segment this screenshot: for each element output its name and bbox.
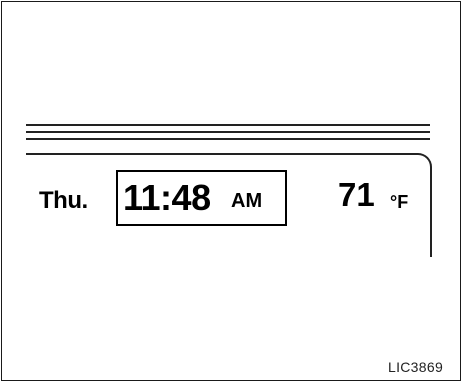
outside-temperature: 71 bbox=[338, 176, 375, 213]
clock-meridiem: AM bbox=[231, 190, 263, 212]
divider-line bbox=[26, 131, 430, 133]
clock-display[interactable]: 11:48 AM bbox=[116, 170, 287, 226]
divider-line bbox=[26, 138, 430, 140]
figure-code: LIC3869 bbox=[388, 359, 444, 375]
day-label: Thu. bbox=[39, 187, 88, 214]
clock-time: 11:48 bbox=[123, 177, 211, 218]
divider-line bbox=[26, 124, 430, 126]
temperature-unit: °F bbox=[390, 192, 409, 212]
